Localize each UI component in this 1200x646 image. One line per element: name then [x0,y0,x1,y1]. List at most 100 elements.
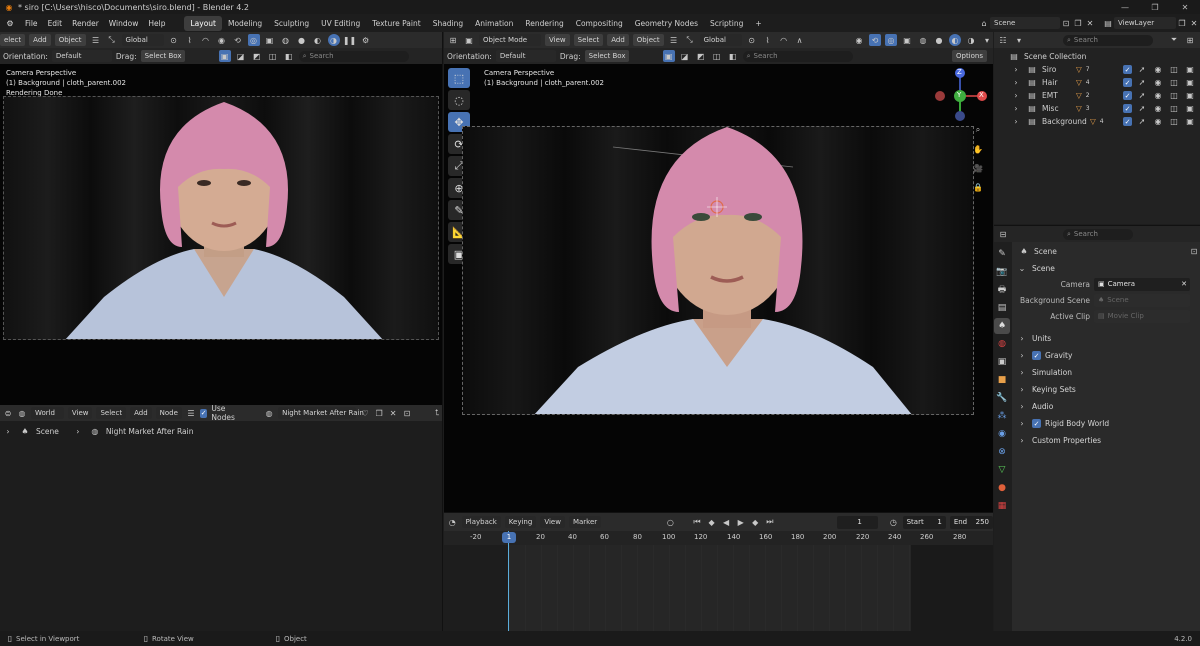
select-arrow-icon[interactable]: ➚ [1136,90,1148,102]
chevron-right-icon[interactable]: › [1010,77,1022,89]
add-workspace-button[interactable]: + [749,16,767,31]
select-intersect-icon[interactable]: ◧ [283,50,295,62]
active-clip-field[interactable]: ▤ Movie Clip [1094,309,1190,323]
keying-sets-panel-header[interactable]: › Keying Sets [1012,381,1200,398]
editor-type-icon[interactable]: ⊟ [997,228,1009,240]
left-viewport[interactable]: elect Add Object ☰ ⤡ Global ⊙ ⌇ ◠ ◉ ⟲ ◎ … [0,32,443,405]
select-subtract-icon[interactable]: ◩ [251,50,263,62]
eye-icon[interactable]: ◉ [1152,90,1164,102]
render-settings-icon[interactable]: ⚙ [360,34,372,46]
select-menu[interactable]: Select [573,34,604,46]
audio-panel-header[interactable]: › Audio [1012,398,1200,415]
output-tab-icon[interactable]: 🖶 [994,282,1010,298]
hamburger-icon[interactable]: ☰ [90,34,102,46]
node-view-menu[interactable]: View [67,407,93,419]
exclude-checkbox[interactable]: ✓ [1123,117,1132,126]
chevron-right-icon[interactable]: › [1010,103,1022,115]
display-mode-icon[interactable]: ▾ [1013,34,1025,46]
shading-rendered-icon[interactable]: ◑ [327,34,340,46]
select-arrow-icon[interactable]: ➚ [1136,64,1148,76]
object-mode-dropdown[interactable]: Object Mode [479,34,541,46]
clear-icon[interactable]: ✕ [1181,280,1190,288]
playhead-handle[interactable]: 1 [502,532,516,543]
menu-window[interactable]: Window [104,19,144,28]
filter-icon[interactable]: ⏷ [1168,34,1180,46]
select-invert-icon[interactable]: ◫ [711,50,723,62]
chevron-right-icon[interactable]: › [1010,116,1022,128]
units-panel-header[interactable]: › Units [1012,330,1200,347]
delete-scene-icon[interactable]: ✕ [1084,17,1096,29]
view-menu[interactable]: View [545,34,570,46]
pin-icon[interactable]: ⊡ [1188,245,1200,257]
world-browse-icon[interactable]: ◍ [264,407,274,419]
end-frame-field[interactable]: End 250 [949,515,994,529]
select-menu[interactable]: elect [0,34,26,46]
main-search-field[interactable]: ⌕ Search [742,50,853,62]
orientation-dropdown[interactable]: Default [51,50,112,62]
pivot-icon[interactable]: ⊙ [168,34,180,46]
visibility-icon[interactable]: ◉ [216,34,228,46]
blender-menu-icon[interactable]: ⚙ [4,17,16,29]
pin-icon[interactable]: ⊡ [402,407,412,419]
pivot-icon[interactable]: ⊙ [746,34,758,46]
outliner[interactable]: ☷ ▾ ⌕ Search ⏷ ⊞ ▤ Scene Collection › ▤ S… [994,32,1200,224]
select-arrow-icon[interactable]: ➚ [1136,116,1148,128]
fake-user-icon[interactable]: ♡ [360,407,370,419]
select-intersect-icon[interactable]: ◧ [727,50,739,62]
tab-animation[interactable]: Animation [469,16,519,31]
keying-menu[interactable]: Keying [504,516,537,528]
eye-icon[interactable]: ◉ [1152,77,1164,89]
main-viewport[interactable]: ⊞ ▣ Object Mode View Select Add Object ☰… [444,32,993,512]
drag-dropdown[interactable]: Select Box [584,50,629,62]
xray-icon[interactable]: ▣ [264,34,276,46]
snap-icon[interactable]: ⌇ [184,34,196,46]
menu-edit[interactable]: Edit [43,19,68,28]
tab-geometry-nodes[interactable]: Geometry Nodes [629,16,704,31]
marker-menu[interactable]: Marker [568,516,602,528]
overlay-icon[interactable]: ◎ [885,34,897,46]
tab-modeling[interactable]: Modeling [222,16,268,31]
rigid-body-world-panel-header[interactable]: › ✓ Rigid Body World [1012,415,1200,432]
preview-range-icon[interactable]: ◷ [888,516,899,528]
editor-type-icon[interactable]: ◔ [447,516,458,528]
menu-render[interactable]: Render [67,19,104,28]
shader-type-dropdown[interactable]: World [30,407,64,419]
background-scene-field[interactable]: ♠ Scene [1094,293,1190,307]
tab-rendering[interactable]: Rendering [519,16,569,31]
orientation-dropdown[interactable]: Default [495,50,556,62]
left-search-field[interactable]: ⌕ Search [298,50,409,62]
eye-icon[interactable]: ◉ [1152,116,1164,128]
shading-solid-icon[interactable]: ● [296,34,308,46]
xray-icon[interactable]: ▣ [901,34,913,46]
scene-collection-row[interactable]: ▤ Scene Collection [994,50,1200,63]
jump-end-icon[interactable]: ⏭ [765,516,776,528]
select-arrow-icon[interactable]: ➚ [1136,77,1148,89]
outliner-search-field[interactable]: ⌕ Search [1063,34,1153,46]
render-icon[interactable]: ▣ [1184,64,1196,76]
outliner-item-siro[interactable]: › ▤ Siro ▽ 7 ✓ ➚ ◉ ◫ ▣ [994,63,1200,76]
gizmo-icon[interactable]: ⟲ [869,34,881,46]
select-mode-icon[interactable]: ▣ [662,50,675,62]
shading-solid-icon[interactable]: ● [933,34,945,46]
close-button[interactable]: ✕ [1170,3,1200,12]
world-icon[interactable]: ◍ [17,407,27,419]
custom-properties-panel-header[interactable]: › Custom Properties [1012,432,1200,449]
view-menu[interactable]: View [540,516,565,528]
timeline[interactable]: ◔ Playback Keying View Marker ○ ⏮ ◆ ◀ ▶ … [444,512,994,631]
shading-options-icon[interactable]: ▾ [981,34,993,46]
pin-icon[interactable]: ⊡ [1060,17,1072,29]
tab-uv-editing[interactable]: UV Editing [315,16,366,31]
select-box-tool-icon[interactable]: ⬚ [448,68,470,88]
camera-icon[interactable]: ◫ [1168,116,1180,128]
select-invert-icon[interactable]: ◫ [267,50,279,62]
rigid-body-world-checkbox[interactable]: ✓ [1032,419,1041,428]
scene-panel-header[interactable]: ⌄ Scene [1012,260,1200,276]
tab-layout[interactable]: Layout [184,15,222,31]
render-icon[interactable]: ▣ [1184,77,1196,89]
eye-icon[interactable]: ◉ [1152,64,1164,76]
auto-key-icon[interactable]: ○ [665,516,676,528]
camera-icon[interactable]: ◫ [1168,90,1180,102]
exclude-checkbox[interactable]: ✓ [1123,65,1132,74]
add-menu[interactable]: Add [29,34,51,46]
pause-render-icon[interactable]: ❚❚ [343,34,356,46]
